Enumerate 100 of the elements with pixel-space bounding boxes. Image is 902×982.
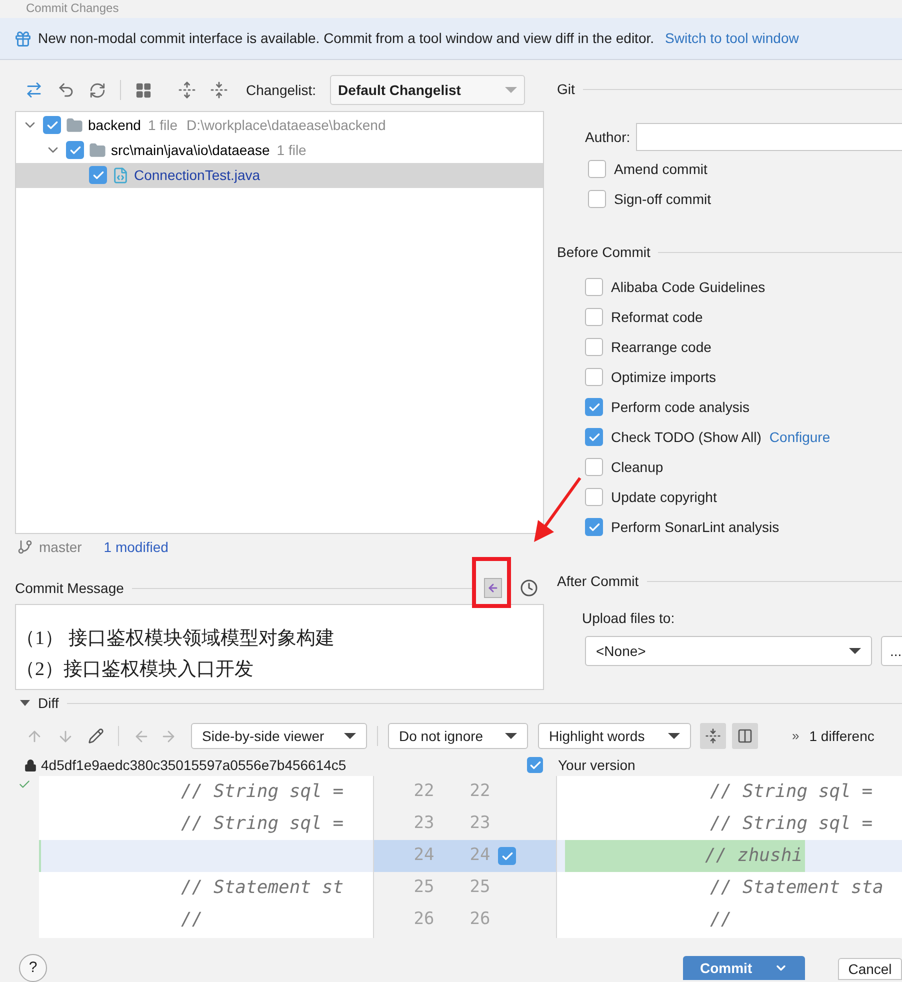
line-number: 25 <box>468 876 492 900</box>
option-label[interactable]: Perform code analysis <box>611 396 750 418</box>
option-label[interactable]: Cleanup <box>611 456 664 478</box>
dropdown[interactable]: Do not ignore <box>388 723 528 749</box>
help-button[interactable]: ? <box>19 954 47 982</box>
commit-button[interactable]: Commit <box>683 956 805 980</box>
check-icon <box>500 850 514 862</box>
checkbox[interactable] <box>527 757 543 773</box>
checkbox[interactable] <box>588 160 606 178</box>
checkbox[interactable] <box>585 338 603 356</box>
refresh-icon[interactable] <box>89 82 106 99</box>
switch-link[interactable]: Switch to tool window <box>665 28 799 49</box>
dropdown-arrow-icon <box>344 733 356 739</box>
commit-history-icon[interactable] <box>484 578 502 598</box>
line-number: 23 <box>412 812 436 836</box>
folder-icon <box>89 142 106 159</box>
cancel-button[interactable]: Cancel <box>838 958 902 980</box>
line-number: 23 <box>468 812 492 836</box>
option-label[interactable]: Update copyright <box>611 486 717 508</box>
sync-scroll-button[interactable] <box>732 723 758 749</box>
check-icon <box>588 430 600 444</box>
checkbox[interactable] <box>43 116 61 134</box>
author-field[interactable] <box>636 123 902 151</box>
dropdown[interactable]: Side-by-side viewer <box>191 723 367 749</box>
checkbox[interactable] <box>585 398 603 416</box>
file-count: 1 file <box>148 116 178 135</box>
more-button[interactable]: ... <box>881 636 902 666</box>
code-line: // String sql = <box>180 812 345 836</box>
move-arrows-icon[interactable] <box>25 81 43 100</box>
rollback-icon[interactable] <box>57 81 75 100</box>
diff-toggle-icon[interactable] <box>20 700 30 706</box>
checkbox[interactable] <box>585 428 603 446</box>
tree-row[interactable]: ConnectionTest.java <box>16 162 543 188</box>
message-line: （2）接口鉴权模块入口开发 <box>16 658 254 682</box>
banner-text: New non-modal commit interface is available. Commit from a tool window and view diff in the editor. <box>38 29 654 48</box>
check-icon <box>588 520 600 534</box>
line-number: 22 <box>468 780 492 804</box>
columns-icon <box>737 728 753 744</box>
section-title: After Commit <box>557 572 639 590</box>
line-number: 24 <box>468 844 492 868</box>
dropdown[interactable]: Highlight words <box>538 723 691 749</box>
checkbox[interactable] <box>66 141 84 160</box>
expand-all-icon[interactable] <box>178 81 196 100</box>
checkbox[interactable] <box>498 847 516 865</box>
option-label[interactable]: Alibaba Code Guidelines <box>611 276 766 298</box>
checkbox[interactable] <box>585 278 603 296</box>
collapse-unchanged-button[interactable] <box>700 723 726 749</box>
line-number: 26 <box>412 908 436 932</box>
tree-row[interactable]: backend 1 file D:\workplace\dataease\backend <box>16 112 543 138</box>
option-label[interactable]: Reformat code <box>611 306 703 328</box>
checkbox[interactable] <box>89 166 107 184</box>
checkbox[interactable] <box>585 518 603 536</box>
changelist-label: Changelist: <box>246 80 316 100</box>
check-icon <box>92 168 104 182</box>
option-label[interactable]: Sign-off commit <box>614 188 711 210</box>
configure-link[interactable]: Configure <box>769 426 830 448</box>
code-line: // String sql = <box>709 780 873 804</box>
checkbox[interactable] <box>585 458 603 476</box>
option-label[interactable]: Perform SonarLint analysis <box>611 516 780 538</box>
collapse-icon <box>705 728 721 744</box>
section-title: Before Commit <box>557 242 650 262</box>
branch-icon <box>17 539 33 556</box>
checkbox[interactable] <box>585 488 603 506</box>
option-label[interactable]: Rearrange code <box>611 336 712 358</box>
collapse-all-icon[interactable] <box>210 81 228 100</box>
commit-message-field[interactable]: （1） 接口鉴权模块领域模型对象构建 （2）接口鉴权模块入口开发 <box>15 604 544 690</box>
code-line: // Statement st <box>180 876 345 900</box>
history-clock-icon[interactable] <box>520 579 538 598</box>
commit-message-label: Commit Message <box>15 578 124 598</box>
lock-icon <box>24 758 37 772</box>
code-line: // <box>709 908 732 932</box>
more-chevron[interactable]: » <box>792 726 800 746</box>
arrow-icon <box>487 582 499 594</box>
line-number: 26 <box>468 908 492 932</box>
dropdown-arrow-icon <box>505 87 518 94</box>
group-by-icon[interactable] <box>135 82 152 99</box>
checkbox[interactable] <box>588 190 606 208</box>
module-path: D:\workplace\dataease\backend <box>186 116 386 135</box>
dropdown[interactable]: <None> <box>585 636 872 666</box>
checkbox[interactable] <box>585 308 603 326</box>
changelist-dropdown[interactable]: Default Changelist <box>330 75 526 106</box>
modified-link[interactable]: 1 modified <box>104 536 168 558</box>
line-number: 25 <box>412 876 436 900</box>
check-icon <box>528 758 542 772</box>
java-file-icon <box>112 166 129 184</box>
message-line: （1） 接口鉴权模块领域模型对象构建 <box>16 627 336 651</box>
highlight-frame <box>472 557 511 608</box>
option-label[interactable]: Check TODO (Show All) <box>611 426 762 448</box>
differences-count: 1 differenc <box>809 726 874 746</box>
dropdown-arrow-icon <box>505 733 517 739</box>
option-label[interactable]: Amend commit <box>614 158 708 180</box>
check-icon <box>588 400 600 414</box>
tree-label: backend <box>88 116 141 135</box>
code-line: // <box>180 908 204 932</box>
checkbox[interactable] <box>585 368 603 386</box>
edit-icon[interactable] <box>88 728 104 744</box>
tree-row[interactable]: src\main\java\io\dataease 1 file <box>16 138 543 163</box>
file-count: 1 file <box>276 140 306 160</box>
option-label[interactable]: Optimize imports <box>611 366 716 388</box>
tree-label: src\main\java\io\dataease <box>111 140 270 160</box>
